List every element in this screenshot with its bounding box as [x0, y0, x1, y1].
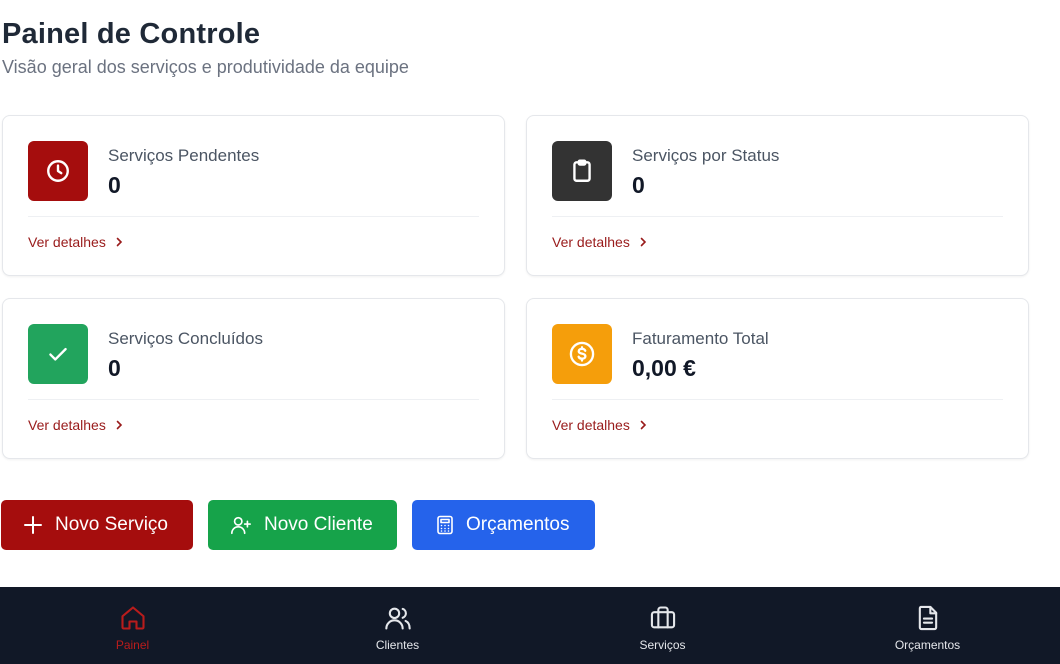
details-link-label: Ver detalhes	[552, 234, 630, 250]
chevron-right-icon	[116, 237, 122, 247]
bottom-nav: Painel Clientes Serviços Orçamentos	[0, 587, 1060, 664]
nav-label: Painel	[115, 637, 150, 652]
clipboard-icon	[552, 141, 612, 201]
page-title: Painel de Controle	[2, 18, 261, 50]
stats-cards: Serviços Pendentes 0 Ver detalhes Serviç…	[2, 115, 1029, 459]
chevron-right-icon	[640, 237, 646, 247]
details-link[interactable]: Ver detalhes	[552, 417, 648, 433]
new-service-button[interactable]: Novo Serviço	[1, 500, 193, 550]
card-label: Serviços por Status	[632, 146, 780, 165]
nav-item-orcamentos[interactable]: Orçamentos	[795, 587, 1060, 664]
nav-label: Orçamentos	[894, 637, 961, 652]
nav-item-servicos[interactable]: Serviços	[530, 587, 795, 664]
details-link[interactable]: Ver detalhes	[28, 417, 124, 433]
page-header: Painel de Controle Visão geral dos servi…	[2, 18, 409, 78]
card-divider	[552, 399, 1003, 400]
card-pending-services: Serviços Pendentes 0 Ver detalhes	[2, 115, 505, 276]
card-divider	[552, 216, 1003, 217]
nav-label: Serviços	[639, 637, 686, 652]
chevron-right-icon	[640, 420, 646, 430]
check-icon	[28, 324, 88, 384]
document-icon	[918, 605, 937, 630]
users-icon	[384, 607, 411, 630]
home-icon	[120, 605, 145, 630]
nav-item-painel[interactable]: Painel	[0, 587, 265, 664]
quotes-label: Orçamentos	[466, 514, 570, 535]
details-link-label: Ver detalhes	[552, 417, 630, 433]
card-divider	[28, 216, 479, 217]
calculator-icon	[437, 515, 453, 535]
details-link-label: Ver detalhes	[28, 417, 106, 433]
new-client-button[interactable]: Novo Cliente	[208, 500, 397, 550]
card-label: Serviços Pendentes	[108, 146, 260, 165]
details-link-label: Ver detalhes	[28, 234, 106, 250]
card-services-by-status: Serviços por Status 0 Ver detalhes	[526, 115, 1029, 276]
dollar-icon	[552, 324, 612, 384]
quotes-button[interactable]: Orçamentos	[412, 500, 595, 550]
card-completed-services: Serviços Concluídos 0 Ver detalhes	[2, 298, 505, 459]
briefcase-icon	[650, 605, 675, 628]
card-value: 0	[108, 355, 121, 381]
card-value: 0	[632, 172, 645, 198]
page-subtitle: Visão geral dos serviços e produtividade…	[2, 57, 409, 77]
nav-label: Clientes	[375, 637, 420, 652]
details-link[interactable]: Ver detalhes	[28, 234, 124, 250]
card-label: Serviços Concluídos	[108, 329, 263, 348]
new-client-label: Novo Cliente	[264, 514, 373, 535]
card-value: 0	[108, 172, 121, 198]
card-total-revenue: Faturamento Total 0,00 € Ver detalhes	[526, 298, 1029, 459]
card-divider	[28, 399, 479, 400]
quick-actions: Novo Serviço Novo Cliente Orçamentos	[1, 500, 595, 550]
details-link[interactable]: Ver detalhes	[552, 234, 648, 250]
new-service-label: Novo Serviço	[55, 514, 168, 535]
nav-item-clientes[interactable]: Clientes	[265, 587, 530, 664]
card-label: Faturamento Total	[632, 329, 769, 348]
card-value: 0,00 €	[632, 355, 696, 381]
chevron-right-icon	[116, 420, 122, 430]
plus-icon	[24, 516, 42, 534]
clock-icon	[28, 141, 88, 201]
user-plus-icon	[231, 516, 251, 535]
